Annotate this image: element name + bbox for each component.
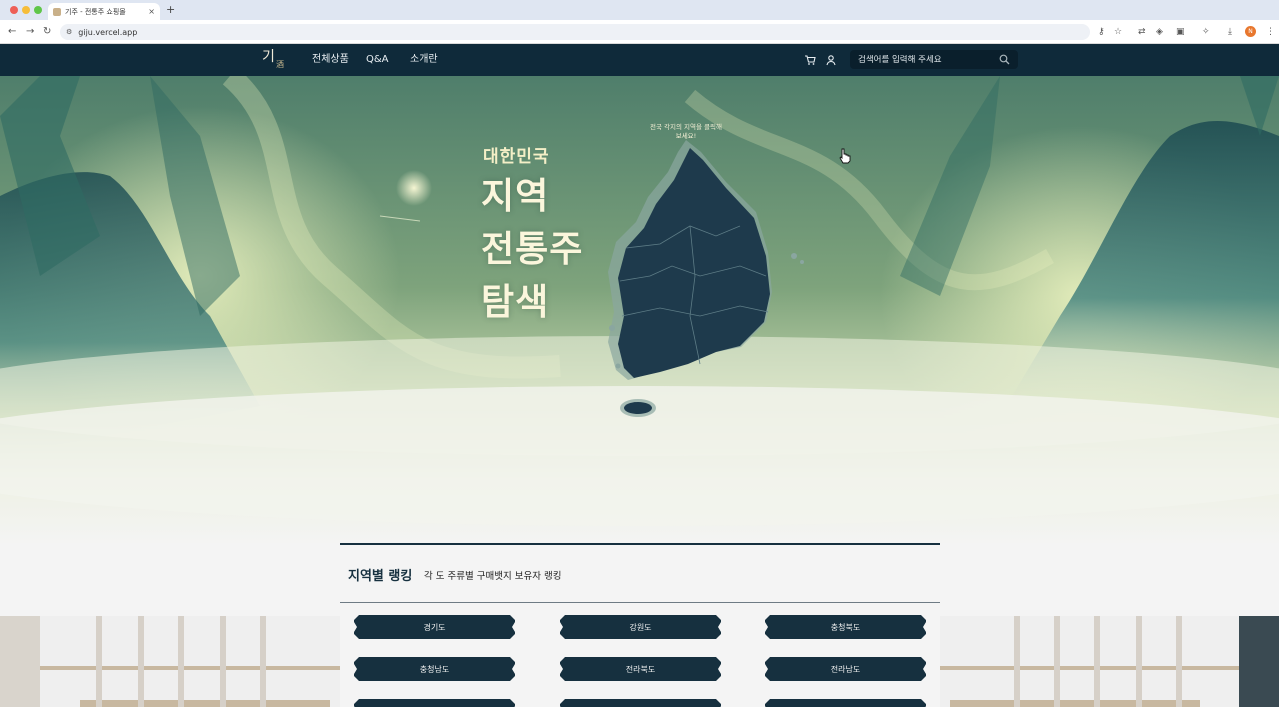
nav-all-products[interactable]: 전체상품 [312,53,349,67]
nav-qna[interactable]: Q&A [366,53,389,67]
nav-about[interactable]: 소개란 [410,53,438,67]
extension-icon[interactable]: ◈ [1156,25,1163,39]
forward-icon[interactable]: → [26,25,34,39]
region-button-gyeonggi[interactable]: 경기도 [354,615,515,639]
region-button-chungnam[interactable]: 충청남도 [354,657,515,681]
browser-toolbar: ← → ↻ ⚙ giju.vercel.app ⚷ ☆ ⇄ ◈ ▣ ✧ ⤓ N … [0,20,1279,44]
site-header: 기 酒 전체상품 Q&A 소개란 [0,44,1279,76]
address-bar[interactable]: ⚙ giju.vercel.app [60,24,1090,40]
back-icon[interactable]: ← [8,25,16,39]
new-tab-button[interactable]: + [166,3,175,17]
cart-icon[interactable] [803,53,817,67]
bookmark-star-icon[interactable]: ☆ [1114,25,1122,39]
region-button-partial[interactable] [354,699,515,707]
ranking-subtitle: 각 도 주류별 구매뱃지 보유자 랭킹 [424,571,562,582]
window-minimize-dot[interactable] [22,6,30,14]
site-logo[interactable]: 기 [262,48,275,66]
region-button-jeonbuk[interactable]: 전라북도 [560,657,721,681]
hand-cursor-icon [839,148,851,164]
tab-favicon-icon [53,7,61,16]
site-logo-hanja: 酒 [276,60,284,69]
ranking-divider [340,602,940,603]
map-hint: 전국 각지의 지역을 클릭해보세요! [650,123,722,140]
hero-background [0,76,1279,546]
site-settings-icon[interactable]: ⚙ [66,28,72,36]
browser-tab[interactable]: 기주 - 전통주 쇼핑몰 × [48,3,160,20]
address-url: giju.vercel.app [78,27,138,37]
user-icon[interactable] [824,53,838,67]
left-hanok-decoration [0,616,340,707]
region-button-partial[interactable] [560,699,721,707]
window-zoom-dot[interactable] [34,6,42,14]
more-menu-icon[interactable]: ⋮ [1266,25,1275,39]
hero-subtitle: 대한민국 [483,147,550,167]
region-button-jeonnam[interactable]: 전라남도 [765,657,926,681]
region-button-partial[interactable] [765,699,926,707]
search-input[interactable] [858,54,999,65]
right-hanok-decoration [940,616,1279,707]
profile-avatar[interactable]: N [1245,26,1256,37]
hero-title-line-3: 탐색 [481,281,550,323]
region-button-gangwon[interactable]: 강원도 [560,615,721,639]
ranking-top-divider [340,543,940,545]
tab-title: 기주 - 전통주 쇼핑몰 [65,7,126,16]
ranking-title: 지역별 랭킹 [348,569,413,584]
hero-title-line-1: 지역 [481,175,550,217]
translate-icon[interactable]: ⇄ [1138,25,1146,39]
password-key-icon[interactable]: ⚷ [1098,25,1105,39]
search-box[interactable] [850,50,1018,69]
tab-close-icon[interactable]: × [148,7,155,16]
browser-tab-bar: 기주 - 전통주 쇼핑몰 × + [0,0,1279,20]
reload-icon[interactable]: ↻ [43,25,51,39]
region-button-chungbuk[interactable]: 충청북도 [765,615,926,639]
puzzle-icon[interactable]: ▣ [1176,25,1185,39]
ranking-section: 지역별 랭킹 각 도 주류별 구매뱃지 보유자 랭킹 경기도 강원도 충청북도 … [340,543,940,707]
window-close-dot[interactable] [10,6,18,14]
download-icon[interactable]: ⤓ [1228,25,1232,39]
hero-title-line-2: 전통주 [481,228,584,270]
hero-section: 대한민국 지역 전통주 탐색 전국 각지의 지역을 클릭해보세요! [0,76,1279,546]
search-icon[interactable] [999,54,1010,65]
reading-list-icon[interactable]: ✧ [1202,25,1210,39]
